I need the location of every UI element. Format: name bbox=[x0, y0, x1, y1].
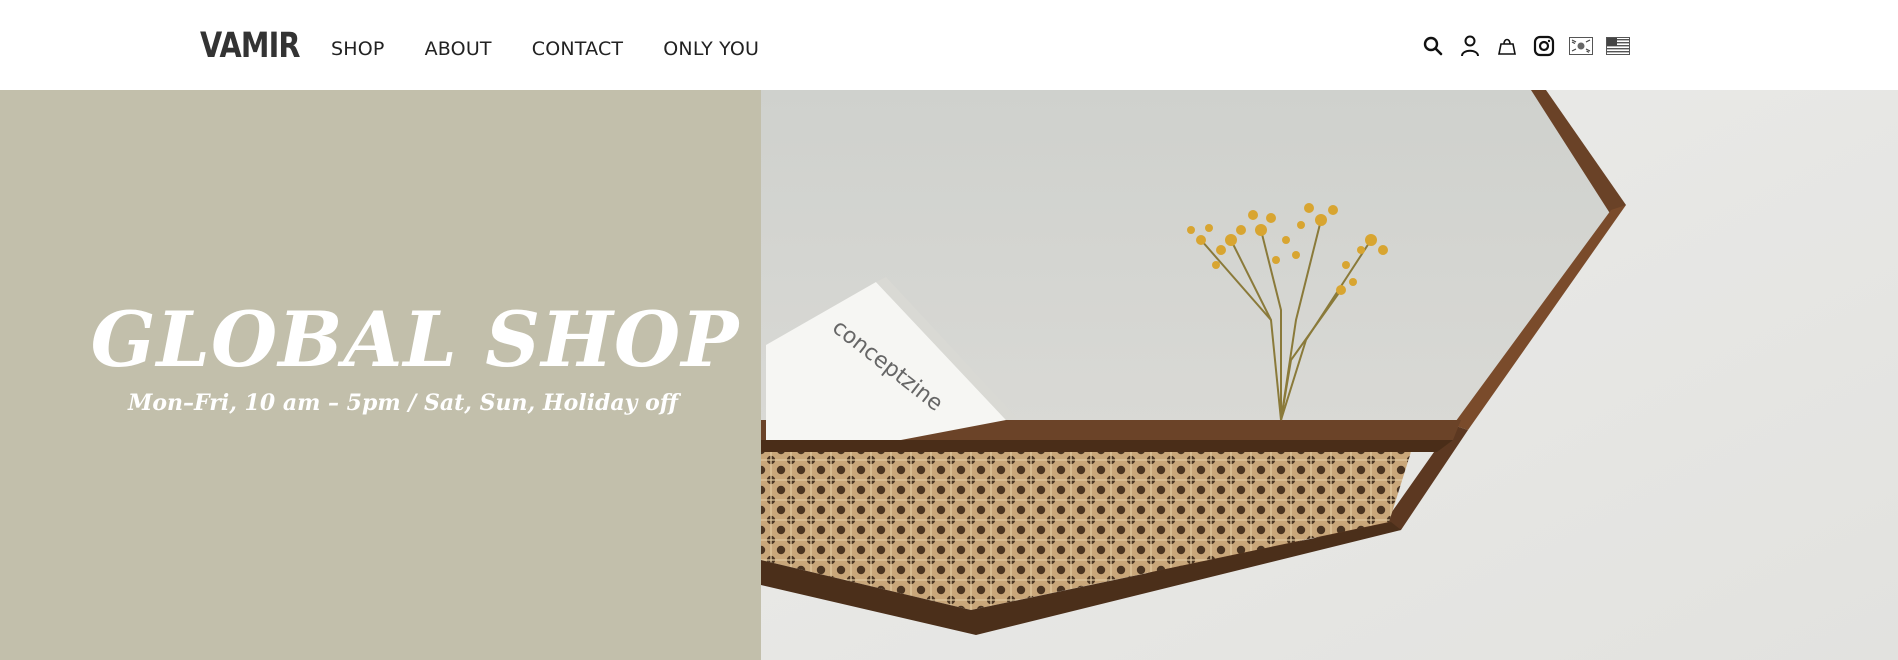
search-icon[interactable] bbox=[1421, 34, 1445, 58]
site-logo[interactable]: VAMIR bbox=[200, 26, 301, 66]
hero-text-panel: GLOBAL SHOP Mon–Fri, 10 am – 5pm / Sat, … bbox=[0, 90, 761, 660]
instagram-icon[interactable] bbox=[1532, 34, 1556, 58]
nav-item-contact[interactable]: CONTACT bbox=[532, 38, 624, 60]
site-header: VAMIR SHOP ABOUT CONTACT ONLY YOU bbox=[0, 0, 1898, 90]
header-icons bbox=[1421, 34, 1643, 58]
hero-title: GLOBAL SHOP bbox=[90, 295, 740, 384]
main-nav: SHOP ABOUT CONTACT ONLY YOU bbox=[331, 38, 799, 60]
user-icon[interactable] bbox=[1458, 34, 1482, 58]
shopping-bag-icon[interactable] bbox=[1495, 34, 1519, 58]
nav-item-about[interactable]: ABOUT bbox=[425, 38, 492, 60]
mirror-shelf-photo: conceptzine bbox=[761, 90, 1898, 660]
nav-item-only-you[interactable]: ONLY YOU bbox=[663, 38, 759, 60]
hero-hours: Mon–Fri, 10 am – 5pm / Sat, Sun, Holiday… bbox=[128, 390, 678, 416]
us-flag-icon[interactable] bbox=[1606, 34, 1630, 58]
hero-image: conceptzine bbox=[761, 90, 1898, 660]
korea-flag-icon[interactable] bbox=[1569, 34, 1593, 58]
nav-item-shop[interactable]: SHOP bbox=[331, 38, 385, 60]
